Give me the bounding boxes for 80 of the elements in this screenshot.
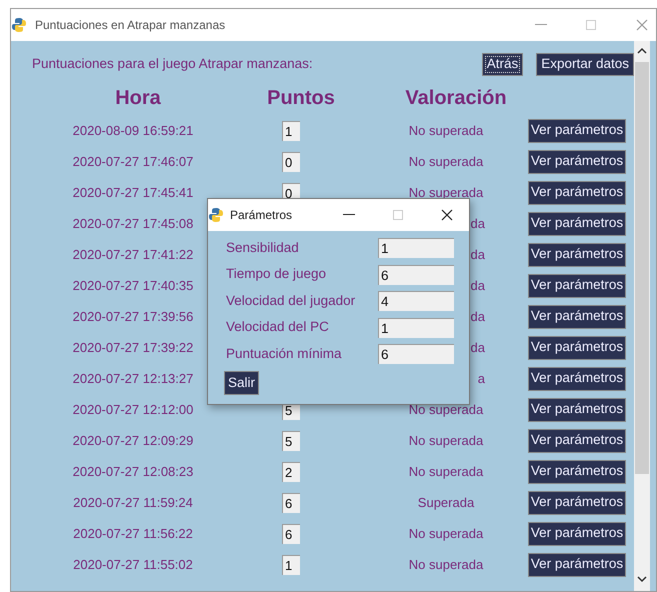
points-field[interactable]: 1 [282, 554, 300, 574]
view-parameters-button[interactable]: Ver parámetros [528, 552, 626, 576]
time-cell: 2020-07-27 17:40:35 [72, 278, 194, 293]
view-parameters-button[interactable]: Ver parámetros [528, 150, 626, 174]
rating-cell: No superada [408, 184, 484, 200]
rating-cell: No superada [408, 402, 484, 417]
rating-cell: No superada [408, 122, 484, 138]
rating-cell: a [478, 370, 485, 386]
view-parameters-button[interactable]: Ver parámetros [528, 212, 626, 236]
rating-cell: No superada [408, 556, 484, 572]
python-logo-icon [208, 207, 224, 223]
rating-cell: No superada [408, 526, 484, 541]
heading-text: Puntuaciones para el juego Atrapar manzanas: [32, 55, 313, 74]
parameter-label: Velocidad del jugador [226, 292, 356, 310]
parameter-field[interactable]: 1 [378, 318, 454, 338]
exit-button[interactable]: Salir [224, 371, 260, 395]
parameter-field[interactable]: 4 [378, 291, 454, 311]
view-parameters-button[interactable]: Ver parámetros [528, 304, 626, 328]
points-field[interactable]: 6 [282, 524, 300, 544]
rating-cell: No superada [408, 464, 484, 479]
rating-cell: da [470, 216, 485, 231]
rating-cell: da [470, 340, 485, 355]
column-header: Puntos [267, 87, 335, 109]
dialog-title: Parámetros [230, 207, 292, 224]
maximize-icon[interactable] [393, 210, 403, 220]
view-parameters-button[interactable]: Ver parámetros [528, 460, 626, 484]
time-cell: 2020-07-27 17:39:56 [72, 308, 194, 324]
points-field[interactable]: 1 [282, 120, 300, 140]
column-header: Hora [115, 87, 161, 109]
view-parameters-button[interactable]: Ver parámetros [528, 242, 626, 266]
rating-cell: No superada [408, 154, 484, 169]
time-cell: 2020-07-27 17:39:22 [72, 340, 194, 355]
parameter-label: Tiempo de juego [226, 265, 328, 284]
minimize-icon[interactable] [343, 214, 355, 216]
back-button[interactable]: Atrás [482, 53, 524, 76]
rating-cell: da [470, 308, 485, 324]
scroll-up-icon[interactable] [637, 47, 647, 54]
parameter-field[interactable]: 6 [378, 344, 454, 364]
time-cell: 2020-07-27 11:59:24 [73, 494, 193, 510]
points-field[interactable]: 2 [282, 462, 300, 482]
python-logo-icon [11, 17, 27, 33]
time-cell: 2020-08-09 16:59:21 [72, 122, 194, 138]
parameter-label: Puntuación mínima [226, 344, 343, 363]
view-parameters-button[interactable]: Ver parámetros [528, 398, 626, 422]
time-cell: 2020-07-27 17:45:41 [72, 184, 194, 200]
rating-cell: da [470, 246, 485, 262]
window-title: Puntuaciones en Atrapar manzanas [35, 17, 226, 34]
close-icon[interactable] [441, 209, 453, 221]
rating-cell: da [470, 278, 485, 293]
time-cell: 2020-07-27 11:55:02 [73, 556, 193, 572]
time-cell: 2020-07-27 12:08:23 [72, 464, 194, 479]
view-parameters-button[interactable]: Ver parámetros [528, 490, 626, 514]
view-parameters-button[interactable]: Ver parámetros [528, 428, 626, 452]
maximize-icon[interactable] [586, 20, 596, 30]
view-parameters-button[interactable]: Ver parámetros [528, 366, 626, 390]
view-parameters-button[interactable]: Ver parámetros [528, 522, 626, 546]
view-parameters-button[interactable]: Ver parámetros [528, 336, 626, 360]
parameter-label: Sensibilidad [226, 238, 300, 257]
scrollbar[interactable] [634, 41, 650, 591]
time-cell: 2020-07-27 11:56:22 [73, 526, 193, 541]
parameter-field[interactable]: 6 [378, 264, 454, 284]
parameter-field[interactable]: 1 [378, 238, 454, 258]
view-parameters-button[interactable]: Ver parámetros [528, 274, 626, 298]
points-field[interactable]: 6 [282, 492, 300, 512]
time-cell: 2020-07-27 12:09:29 [72, 432, 194, 448]
column-header: Valoración [405, 87, 507, 109]
time-cell: 2020-07-27 12:12:00 [72, 402, 194, 417]
points-field[interactable]: 5 [282, 430, 300, 450]
rating-cell: No superada [408, 432, 484, 448]
parameter-label: Velocidad del PC [226, 318, 330, 336]
export-button[interactable]: Exportar datos [536, 53, 634, 76]
time-cell: 2020-07-27 17:45:08 [72, 216, 194, 231]
time-cell: 2020-07-27 17:46:07 [72, 154, 194, 169]
time-cell: 2020-07-27 12:13:27 [72, 370, 194, 386]
scroll-down-icon[interactable] [637, 576, 647, 583]
points-field[interactable]: 0 [282, 152, 300, 172]
view-parameters-button[interactable]: Ver parámetros [528, 180, 626, 204]
view-parameters-button[interactable]: Ver parámetros [528, 118, 626, 142]
rating-cell: Superada [418, 494, 474, 510]
time-cell: 2020-07-27 17:41:22 [72, 246, 194, 262]
